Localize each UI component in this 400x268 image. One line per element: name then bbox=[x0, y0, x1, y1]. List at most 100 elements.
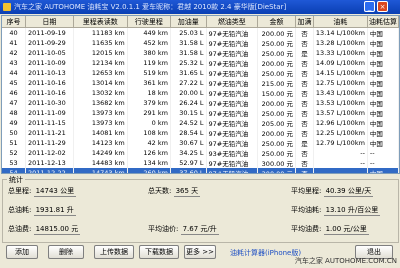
table-cell: 中国 bbox=[367, 168, 399, 173]
table-cell: 97#无铅汽油 bbox=[206, 88, 259, 98]
table-cell: 379 km bbox=[127, 98, 171, 108]
table-row[interactable]: 51 2011-11-29 14123 km 42 km 30.67 L 97#无铅汽油 2… bbox=[2, 138, 399, 148]
table-cell: 13.28 L/100km bbox=[313, 38, 368, 48]
table-cell: 13.43 L/100km bbox=[313, 88, 368, 98]
table-cell: 97#无铅汽油 bbox=[206, 168, 259, 173]
close-button[interactable]: × bbox=[377, 1, 388, 12]
total-cost-label: 总油费: bbox=[8, 225, 32, 233]
minimize-button[interactable]: _ bbox=[364, 1, 375, 12]
table-cell: 2011-11-21 bbox=[25, 128, 74, 138]
table-row[interactable]: 52 2011-12-02 14249 km 126 km 34.25 L 93#无铅汽油… bbox=[2, 148, 399, 158]
table-row[interactable]: 47 2011-10-30 13682 km 379 km 26.24 L 97#无铅汽油… bbox=[2, 98, 399, 108]
table-cell: 13973 km bbox=[73, 108, 128, 118]
table-cell: 12015 km bbox=[73, 48, 128, 58]
table-row[interactable]: 49 2011-11-15 13973 km 0 km 24.52 L 97#无铅汽油 20… bbox=[2, 118, 399, 128]
table-row[interactable]: 46 2011-10-16 13032 km 18 km 20.00 L 97#无铅汽油 1… bbox=[2, 88, 399, 98]
table-cell: 12653 km bbox=[73, 68, 128, 78]
add-button[interactable]: 添加 bbox=[6, 245, 38, 259]
table-cell: 250.00 元 bbox=[257, 108, 296, 118]
table-cell: 14743 km bbox=[73, 168, 128, 173]
fuel-records-table[interactable]: 序号 日期 里程表读数 行驶里程 加油量 燃油类型 金额 加满 油耗 油耗估算 40 2011-09… bbox=[1, 15, 400, 174]
table-cell: 20.00 L bbox=[170, 88, 207, 98]
table-cell: 46 bbox=[2, 88, 27, 98]
column-header[interactable]: 加油量 bbox=[170, 16, 207, 28]
table-cell: 119 km bbox=[127, 58, 171, 68]
table-cell: 43 bbox=[2, 58, 27, 68]
table-row[interactable]: 48 2011-11-09 13973 km 291 km 30.15 L 97#无铅汽油… bbox=[2, 108, 399, 118]
table-cell: 205.00 元 bbox=[257, 118, 296, 128]
column-header[interactable]: 金额 bbox=[257, 16, 296, 28]
table-cell: 否 bbox=[295, 38, 314, 48]
table-cell: 否 bbox=[295, 148, 314, 158]
table-cell: 18 km bbox=[127, 88, 171, 98]
table-cell: 150.00 元 bbox=[257, 88, 296, 98]
table-row[interactable]: 41 2011-09-29 11635 km 452 km 31.58 L 97#无铅汽油… bbox=[2, 38, 399, 48]
table-cell: 否 bbox=[295, 88, 314, 98]
table-cell: 291 km bbox=[127, 108, 171, 118]
table-row[interactable]: 44 2011-10-13 12653 km 519 km 31.65 L 97#无铅汽油… bbox=[2, 68, 399, 78]
table-cell: 2011-09-29 bbox=[25, 38, 74, 48]
table-cell: 13.57 L/100km bbox=[313, 108, 368, 118]
table-row[interactable]: 54 2011-12-22 14743 km 260 km 37.60 L 97#无铅汽油… bbox=[2, 168, 399, 173]
table-cell: 449 km bbox=[127, 27, 171, 38]
table-cell: 250.00 元 bbox=[257, 48, 296, 58]
table-cell: 93#无铅汽油 bbox=[206, 148, 259, 158]
table-cell: 215.00 元 bbox=[257, 78, 296, 88]
column-header[interactable]: 日期 bbox=[25, 16, 74, 28]
table-cell: 97#无铅汽油 bbox=[206, 48, 259, 58]
stats-title: 统计 bbox=[7, 175, 25, 185]
table-cell: 200.00 元 bbox=[257, 27, 296, 38]
table-cell: 13682 km bbox=[73, 98, 128, 108]
table-cell: 250.00 元 bbox=[257, 138, 296, 148]
window-title: 汽车之家 AUTOHOME 油耗宝 V2.0.1.1 爱车昵称：君越 2010款… bbox=[14, 3, 287, 11]
table-cell: 否 bbox=[295, 58, 314, 68]
table-cell: 中国 bbox=[367, 68, 399, 78]
table-cell: 2011-10-16 bbox=[25, 78, 74, 88]
calculator-link[interactable]: 油耗计算器(iPhone版) bbox=[230, 248, 301, 258]
table-row[interactable]: 40 2011-09-19 11183 km 449 km 25.03 L 97#无铅汽油… bbox=[2, 27, 399, 38]
column-header[interactable]: 油耗 bbox=[313, 16, 368, 28]
table-cell: 250.00 元 bbox=[257, 68, 296, 78]
table-row[interactable]: 42 2011-10-05 12015 km 380 km 31.58 L 97#无铅汽油… bbox=[2, 48, 399, 58]
table-cell: 361 km bbox=[127, 78, 171, 88]
column-header[interactable]: 里程表读数 bbox=[73, 16, 128, 28]
table-cell: 14249 km bbox=[73, 148, 128, 158]
table-row[interactable]: 50 2011-11-21 14081 km 108 km 28.54 L 97#无铅汽油… bbox=[2, 128, 399, 138]
table-row[interactable]: 45 2011-10-16 13014 km 361 km 27.22 L 97#无铅汽油… bbox=[2, 78, 399, 88]
table-cell: 47 bbox=[2, 98, 27, 108]
table-cell: 中国 bbox=[367, 138, 399, 148]
column-header[interactable]: 油耗估算 bbox=[367, 16, 399, 28]
table-cell: 37.60 L bbox=[170, 168, 207, 173]
table-cell: 97#无铅汽油 bbox=[206, 128, 259, 138]
column-header[interactable]: 燃油类型 bbox=[206, 16, 259, 28]
more-button[interactable]: 更多 >> bbox=[184, 245, 216, 259]
table-cell: 13.14 L/100km bbox=[313, 27, 368, 38]
table-cell: 45 bbox=[2, 78, 27, 88]
delete-button[interactable]: 删除 bbox=[48, 245, 84, 259]
table-cell: 2011-11-09 bbox=[25, 108, 74, 118]
table-cell: 25.03 L bbox=[170, 27, 207, 38]
cost-per-km: 平均油费: 1.00 元/公里 bbox=[291, 224, 369, 235]
total-mileage: 总里程: 14743 公里 bbox=[8, 186, 77, 197]
table-cell: 452 km bbox=[127, 38, 171, 48]
table-cell: 97#无铅汽油 bbox=[206, 27, 259, 38]
table-cell: -- bbox=[313, 168, 368, 173]
table-cell: 108 km bbox=[127, 128, 171, 138]
table-cell: 25.32 L bbox=[170, 58, 207, 68]
table-cell: 13032 km bbox=[73, 88, 128, 98]
table-cell: 11635 km bbox=[73, 38, 128, 48]
table-cell: 53 bbox=[2, 158, 27, 168]
cost-per-km-value: 1.00 元/公里 bbox=[323, 225, 369, 235]
upload-button[interactable]: 上传数据 bbox=[94, 245, 134, 259]
column-header[interactable]: 行驶里程 bbox=[127, 16, 171, 28]
table-cell: 97#无铅汽油 bbox=[206, 98, 259, 108]
column-header[interactable]: 序号 bbox=[2, 16, 27, 28]
column-header[interactable]: 加满 bbox=[295, 16, 314, 28]
download-button[interactable]: 下载数据 bbox=[139, 245, 179, 259]
table-row[interactable]: 53 2011-12-13 14483 km 134 km 52.97 L 97#无铅汽油… bbox=[2, 158, 399, 168]
table-cell: 2011-10-16 bbox=[25, 88, 74, 98]
table-cell: 0 km bbox=[127, 118, 171, 128]
table-cell: 97#无铅汽油 bbox=[206, 138, 259, 148]
table-row[interactable]: 43 2011-10-09 12134 km 119 km 25.32 L 97#无铅汽油… bbox=[2, 58, 399, 68]
table-cell: 200.00 元 bbox=[257, 128, 296, 138]
